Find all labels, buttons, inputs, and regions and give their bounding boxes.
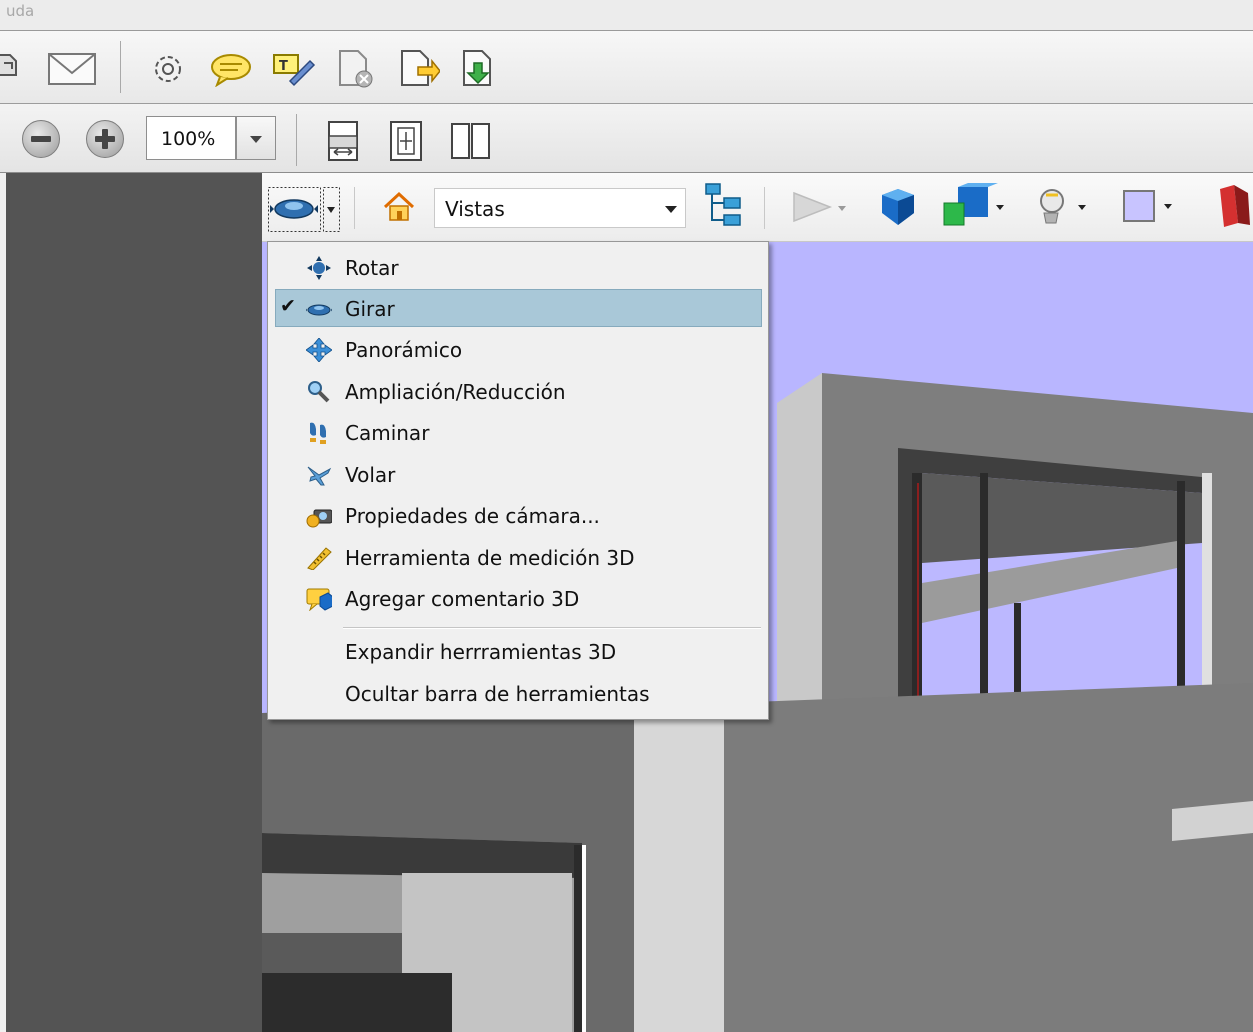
menu-item-medicion-3d[interactable]: Herramienta de medición 3D <box>268 538 768 578</box>
walk-icon <box>310 422 326 444</box>
title-bar: uda <box>0 0 1253 31</box>
menu-item-propiedades-camara[interactable]: Propiedades de cámara... <box>268 496 768 536</box>
zoom-dropdown-button[interactable] <box>236 116 276 160</box>
toolbar-separator <box>120 41 121 93</box>
play-animation-icon[interactable] <box>790 189 850 225</box>
background-color-icon[interactable] <box>1122 189 1178 225</box>
cross-section-icon[interactable] <box>1214 183 1253 229</box>
girar-tool-icon[interactable] <box>268 187 340 233</box>
menu-item-caminar[interactable]: Caminar <box>268 413 768 453</box>
sign-icon[interactable]: T <box>272 51 316 87</box>
menu-item-volar[interactable]: Volar <box>268 455 768 495</box>
fly-icon <box>307 466 332 486</box>
render-mode-icon[interactable] <box>876 185 920 229</box>
menu-item-ampliacion[interactable]: Ampliación/Reducción <box>268 372 768 412</box>
document-delete-icon[interactable] <box>336 49 376 89</box>
comment-icon[interactable] <box>210 53 252 87</box>
camera-icon <box>306 509 332 528</box>
views-dropdown[interactable]: Vistas <box>434 188 686 228</box>
document-export-icon[interactable] <box>398 49 440 89</box>
menu-item-ocultar-barra[interactable]: Ocultar barra de herramientas <box>268 674 768 714</box>
print-icon[interactable] <box>0 49 22 85</box>
menu-separator <box>343 627 761 629</box>
chevron-down-icon <box>665 206 677 213</box>
email-icon[interactable] <box>48 53 96 85</box>
home-view-icon[interactable] <box>382 191 416 223</box>
zoom-out-icon[interactable] <box>22 120 60 158</box>
menu-item-panoramico[interactable]: Panorámico <box>268 330 768 370</box>
svg-text:T: T <box>279 59 288 74</box>
main-toolbar: T <box>0 31 1253 104</box>
3d-toolbar <box>262 173 1253 242</box>
menu-item-rotar[interactable]: Rotar <box>268 248 768 288</box>
fit-width-icon[interactable] <box>388 120 424 162</box>
measure-icon <box>307 547 332 570</box>
title-text: uda <box>6 2 35 20</box>
projection-icon[interactable] <box>940 183 1006 231</box>
zoom-input[interactable]: 100% <box>146 116 236 160</box>
two-pages-icon[interactable] <box>450 120 492 162</box>
zoom-in-icon[interactable] <box>86 120 124 158</box>
document-save-icon[interactable] <box>460 49 502 89</box>
comment-3d-icon <box>306 588 332 611</box>
toolbar-separator <box>764 187 765 229</box>
fit-page-icon[interactable] <box>326 120 360 162</box>
settings-icon[interactable] <box>150 51 186 87</box>
3d-tools-menu: Rotar ✔ Girar Panorámico Ampliación/Redu… <box>267 241 769 720</box>
model-tree-icon[interactable] <box>702 181 746 231</box>
navigation-pane <box>0 173 262 1032</box>
menu-item-comentario-3d[interactable]: Agregar comentario 3D <box>268 579 768 619</box>
spin-icon <box>306 304 332 316</box>
lighting-icon[interactable] <box>1032 185 1092 229</box>
menu-item-expandir-herramientas[interactable]: Expandir herrramientas 3D <box>268 632 768 672</box>
menu-item-girar[interactable]: ✔ Girar <box>268 289 768 329</box>
checkmark-icon: ✔ <box>280 295 296 317</box>
zoom-icon <box>308 381 330 403</box>
window-edge <box>0 173 6 1032</box>
views-label: Vistas <box>445 197 505 221</box>
rotate-icon <box>307 256 331 280</box>
toolbar-separator <box>296 114 297 166</box>
toolbar-separator <box>354 187 355 229</box>
pan-icon <box>306 338 332 362</box>
